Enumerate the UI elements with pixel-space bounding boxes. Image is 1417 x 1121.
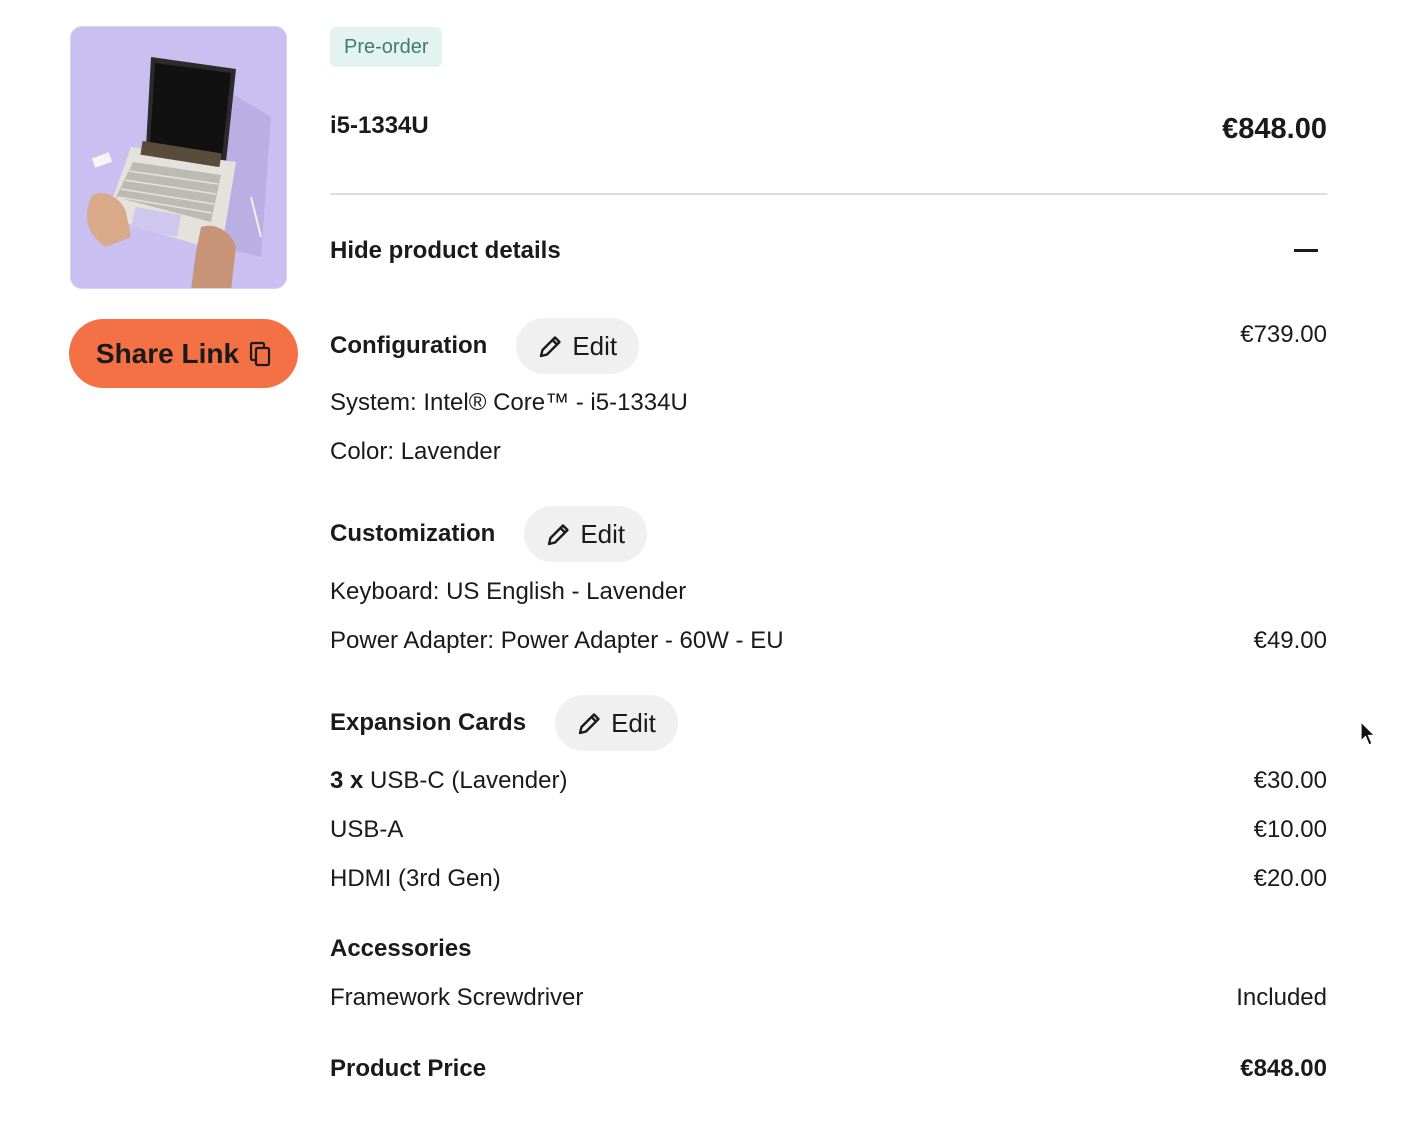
product-name: i5-1334U [330, 112, 429, 139]
line-label: USB-A [330, 816, 404, 843]
line-label: Framework Screwdriver [330, 984, 584, 1011]
pencil-icon [548, 524, 570, 546]
edit-customization-button[interactable]: Edit [524, 506, 648, 562]
list-item: USB-A €10.00 [330, 813, 1327, 847]
line-price: €10.00 [1253, 816, 1327, 843]
list-item: Color: Lavender [330, 435, 1327, 469]
pencil-icon [578, 713, 600, 735]
product-image [70, 26, 287, 289]
list-item: HDMI (3rd Gen) €20.00 [330, 862, 1327, 896]
share-link-label: Share Link [95, 337, 240, 369]
list-item: 3 x USB-C (Lavender) €30.00 [330, 764, 1327, 798]
minus-icon[interactable] [1294, 249, 1318, 252]
expansion-cards-title: Expansion Cards [330, 709, 527, 736]
preorder-badge: Pre-order [330, 27, 443, 67]
customization-header: Customization Edit [330, 506, 648, 562]
laptop-illustration [71, 27, 286, 288]
product-price: €848.00 [1222, 113, 1327, 145]
edit-label: Edit [611, 707, 656, 738]
list-item: Framework Screwdriver Included [330, 981, 1327, 1015]
line-label: Keyboard: US English - Lavender [330, 578, 687, 605]
customization-title: Customization [330, 520, 496, 547]
line-label: System: Intel® Core™ - i5-1334U [330, 389, 688, 416]
divider [330, 193, 1327, 195]
edit-label: Edit [580, 518, 626, 549]
summary-label: Product Price [330, 1055, 487, 1082]
summary-price: €848.00 [1240, 1055, 1327, 1082]
line-price: Included [1236, 984, 1327, 1011]
accessories-header: Accessories [330, 932, 1327, 966]
configuration-price: €739.00 [1240, 321, 1327, 348]
line-price: €30.00 [1253, 767, 1327, 794]
hide-details-toggle[interactable]: Hide product details [330, 237, 561, 265]
expansion-cards-header: Expansion Cards Edit [330, 695, 678, 751]
product-price-summary: Product Price €848.00 [330, 1051, 1327, 1087]
line-label: Power Adapter: Power Adapter - 60W - EU [330, 627, 784, 654]
accessories-title: Accessories [330, 935, 472, 962]
line-label: HDMI (3rd Gen) [330, 865, 501, 892]
list-item: Keyboard: US English - Lavender [330, 575, 1327, 609]
line-label: USB-C (Lavender) [370, 767, 568, 794]
line-label: Color: Lavender [330, 438, 501, 465]
edit-expansion-cards-button[interactable]: Edit [555, 695, 678, 751]
configuration-price-row: €739.00 [330, 318, 1327, 352]
list-item: Power Adapter: Power Adapter - 60W - EU … [330, 624, 1327, 658]
share-link-button[interactable]: Share Link [69, 319, 298, 388]
line-quantity: 3 x [330, 767, 364, 794]
copy-icon [249, 341, 271, 366]
list-item: System: Intel® Core™ - i5-1334U [330, 386, 1327, 420]
line-price: €20.00 [1253, 865, 1327, 892]
line-price: €49.00 [1253, 627, 1327, 654]
mouse-cursor-icon [1360, 721, 1376, 746]
